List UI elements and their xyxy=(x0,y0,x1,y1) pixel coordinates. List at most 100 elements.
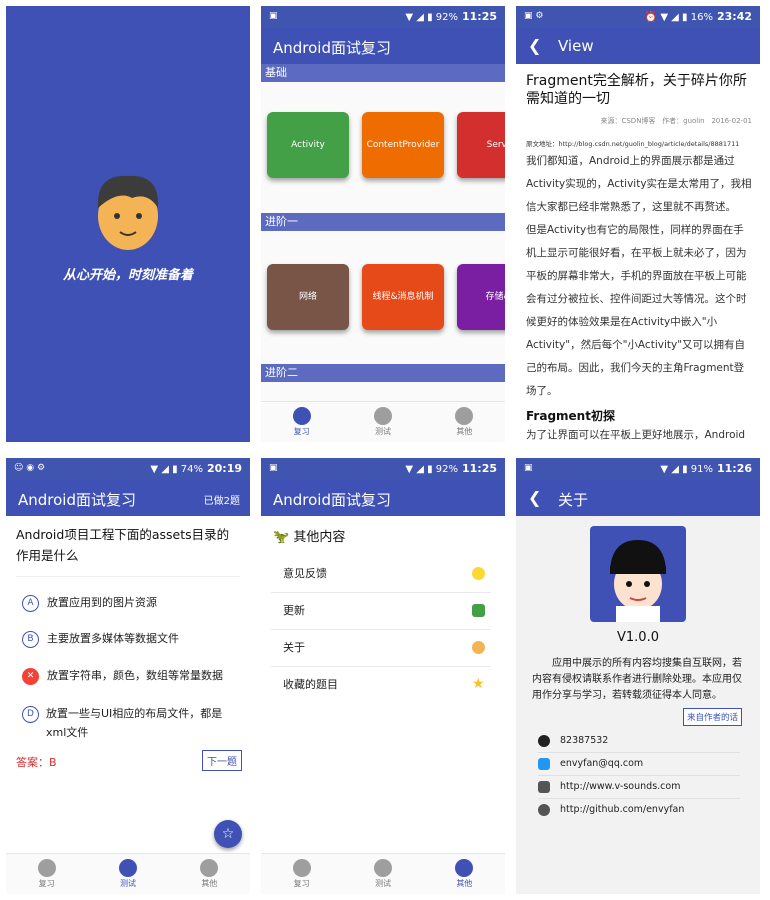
answer-label: 答案：B xyxy=(16,756,57,769)
notification-icons: ☺ ◉ ⚙ xyxy=(14,463,46,473)
list-item-label: 收藏的题目 xyxy=(283,678,338,691)
author-words-button[interactable]: 来自作者的话 xyxy=(682,708,742,726)
bottom-nav: 复习 测试 其他 xyxy=(261,401,505,442)
status-right: ⏰ ▼ ◢ ▮ 16% 23:42 xyxy=(644,10,752,23)
battery-level: 16% xyxy=(690,12,713,23)
favorite-fab[interactable]: ☆ xyxy=(214,820,242,848)
nav-label: 测试 xyxy=(119,879,136,888)
image-icon: ▣ xyxy=(269,463,278,473)
list-item-about[interactable]: 关于 xyxy=(271,630,491,667)
section-header: 基础 xyxy=(261,64,505,82)
back-arrow-icon[interactable]: ❮ xyxy=(528,488,541,507)
article-url[interactable]: 原文地址：http://blog.csdn.net/guolin_blog/ar… xyxy=(526,138,752,148)
other-heading-text: 其他内容 xyxy=(293,530,346,545)
website-icon xyxy=(538,780,550,793)
article-meta: 来源：CSDN博客 作者：guolin 2016-02-01 xyxy=(526,116,752,126)
star-icon: ★ xyxy=(472,676,485,692)
home-screen: ▣ ▼ ◢ ▮ 92% 11:25 Android面试复习 基础 Activity… xyxy=(261,6,505,442)
clock: 23:42 xyxy=(716,10,752,23)
nav-review[interactable]: 复习 xyxy=(261,402,342,442)
card-storage[interactable]: 存储& xyxy=(457,264,505,330)
cartoon-avatar xyxy=(610,540,666,622)
star-icon: ☆ xyxy=(221,826,235,842)
list-item-update[interactable]: 更新 xyxy=(271,593,491,630)
battery-level: 74% xyxy=(180,464,203,475)
image-icon: ▣ xyxy=(524,463,533,473)
next-button[interactable]: 下一题 xyxy=(202,750,242,771)
contact-qq[interactable]: 82387532 xyxy=(538,730,740,753)
option-a[interactable]: A 放置应用到的图片资源 xyxy=(22,594,236,612)
article-heading: Fragment完全解析，关于碎片你所需知道的一切 xyxy=(526,73,747,107)
mail-icon xyxy=(538,757,550,770)
image-icon: ▣ ⚙ xyxy=(524,11,544,21)
contact-text: http://www.v-sounds.com xyxy=(560,781,681,792)
option-text: 放置应用到的图片资源 xyxy=(47,596,157,609)
person-icon xyxy=(200,859,219,877)
app-title: View xyxy=(558,37,594,55)
avatar-icon xyxy=(472,641,485,654)
article-body: Fragment完全解析，关于碎片你所需知道的一切 来源：CSDN博客 作者：g… xyxy=(526,72,752,442)
other-screen: ▣ ▼ ◢ ▮ 92% 11:25 Android面试复习 🦖 其他内容 意见反馈… xyxy=(261,458,505,894)
option-letter: D xyxy=(22,706,39,723)
option-d[interactable]: D 放置一些与UI相应的布局文件，都是xml文件 xyxy=(22,704,236,742)
github-icon xyxy=(538,803,550,816)
battery-level: 91% xyxy=(690,464,713,475)
option-b[interactable]: B 主要放置多媒体等数据文件 xyxy=(22,630,236,648)
option-c[interactable]: ✕ 放置字符串，颜色，数组等常量数据 xyxy=(22,667,236,685)
contact-text: 82387532 xyxy=(560,735,609,746)
nav-label: 复习 xyxy=(293,879,310,888)
status-bar: ▣ ▼ ◢ ▮ 91% 11:26 xyxy=(516,458,760,480)
nav-other[interactable]: 其他 xyxy=(169,854,250,894)
article-paragraph: 但是Activity也有它的局限性，同样的界面在手机上显示可能很好看，在平板上就… xyxy=(526,224,747,397)
list-item-label: 意见反馈 xyxy=(283,567,327,580)
list-item-favorites[interactable]: 收藏的题目 ★ xyxy=(271,667,491,703)
app-bar: Android面试复习 已做2题 xyxy=(6,480,250,516)
option-letter: B xyxy=(22,630,39,648)
list-item-label: 更新 xyxy=(283,604,305,617)
quiz-screen: ☺ ◉ ⚙ ▼ ◢ ▮ 74% 20:19 Android面试复习 已做2题 An… xyxy=(6,458,250,894)
option-letter: A xyxy=(22,594,39,612)
option-text: 放置字符串，颜色，数组等常量数据 xyxy=(47,669,223,682)
nav-test[interactable]: 测试 xyxy=(342,854,423,894)
section-header: 进阶一 xyxy=(261,213,505,231)
card-network[interactable]: 网络 xyxy=(267,264,349,330)
card-activity[interactable]: Activity xyxy=(267,112,349,178)
about-screen: ▣ ▼ ◢ ▮ 91% 11:26 ❮ 关于 V1.0.0 应用中展示的所有内容均… xyxy=(516,458,760,894)
nav-test[interactable]: 测试 xyxy=(342,402,423,442)
lightbulb-icon xyxy=(292,407,311,425)
image-icon: ▣ xyxy=(269,11,278,21)
clock: 11:25 xyxy=(461,462,497,475)
nav-review[interactable]: 复习 xyxy=(6,854,87,894)
article-subheading: Fragment初探 xyxy=(526,409,615,423)
contact-website[interactable]: http://www.v-sounds.com xyxy=(538,776,740,799)
nav-review[interactable]: 复习 xyxy=(261,854,342,894)
nav-other[interactable]: 其他 xyxy=(424,854,505,894)
clock: 11:25 xyxy=(461,10,497,23)
person-icon xyxy=(455,859,474,877)
section-header: 进阶二 xyxy=(261,364,505,382)
battery-level: 92% xyxy=(435,12,458,23)
card-thread-message[interactable]: 线程&消息机制 xyxy=(362,264,444,330)
nav-test[interactable]: 测试 xyxy=(87,854,168,894)
meta-author: 作者：guolin xyxy=(662,117,705,125)
contact-text: http://github.com/envyfan xyxy=(560,804,685,815)
contact-github[interactable]: http://github.com/envyfan xyxy=(538,799,740,821)
app-title: Android面试复习 xyxy=(18,491,136,509)
option-text: 主要放置多媒体等数据文件 xyxy=(47,632,179,645)
contact-email[interactable]: envyfan@qq.com xyxy=(538,753,740,776)
option-text: 放置一些与UI相应的布局文件，都是xml文件 xyxy=(46,707,223,739)
battery-level: 92% xyxy=(435,464,458,475)
back-arrow-icon[interactable]: ❮ xyxy=(528,36,541,55)
question-counter: 已做2题 xyxy=(203,496,240,507)
list-item-feedback[interactable]: 意见反馈 xyxy=(271,556,491,593)
status-right: ▼ ◢ ▮ 91% 11:26 xyxy=(660,462,752,475)
monkey-icon xyxy=(118,859,137,877)
clock: 20:19 xyxy=(206,462,242,475)
card-service[interactable]: Servi xyxy=(457,112,505,178)
person-icon xyxy=(455,407,474,425)
card-contentprovider[interactable]: ContentProvider xyxy=(362,112,444,178)
status-bar: ▣ ▼ ◢ ▮ 92% 11:25 xyxy=(261,458,505,480)
status-right: ▼ ◢ ▮ 92% 11:25 xyxy=(405,462,497,475)
nav-other[interactable]: 其他 xyxy=(424,402,505,442)
nav-label: 测试 xyxy=(374,879,391,888)
